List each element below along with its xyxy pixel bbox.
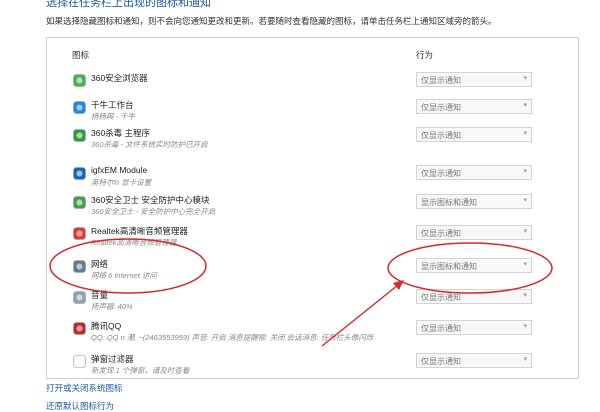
dropdown-value: 仅显示通知 (421, 229, 461, 238)
row-name: 360安全卫士 安全防护中心模块 (91, 195, 210, 205)
behavior-dropdown[interactable]: 仅显示通知 ▾ (416, 127, 532, 142)
chevron-down-icon: ▾ (523, 168, 527, 175)
table-row: Realtek高清晰音频管理器 Realtek高清晰音频管理器 仅显示通知 ▾ (47, 225, 578, 253)
behavior-dropdown[interactable]: 仅显示通知 ▾ (416, 99, 532, 114)
table-row: 弹窗过滤器新发现 1 个弹窗，请及时查看 仅显示通知 ▾ (47, 353, 578, 378)
volume-icon (73, 291, 86, 304)
row-description: 扬声器: 40% (91, 302, 133, 311)
row-name: 360安全浏览器 (91, 73, 148, 83)
row-name: 弹窗过滤器 (91, 354, 134, 364)
table-row: 360安全浏览器 仅显示通知 ▾ (47, 72, 578, 100)
row-description: 360安全卫士 - 安全防护中心完全开启 (91, 207, 216, 216)
behavior-dropdown[interactable]: 仅显示通知 ▾ (416, 289, 532, 304)
dropdown-value: 仅显示通知 (421, 357, 461, 366)
shield-icon (73, 129, 86, 142)
row-name: 千牛工作台 (91, 100, 134, 110)
chevron-down-icon: ▾ (523, 292, 527, 299)
behavior-dropdown[interactable]: 仅显示通知 ▾ (416, 320, 532, 335)
table-row: 网络网络 6 Internet 访问 显示图标和通知 ▾ (47, 258, 578, 286)
safeguard-360-icon (73, 196, 86, 209)
chevron-down-icon: ▾ (523, 356, 527, 363)
table-row: 千牛工作台杨杨舆 - 千牛 仅显示通知 ▾ (47, 99, 578, 127)
intro-text: 如果选择隐藏图标和通知，则不会向您通知更改和更新。若要随时查看隐藏的图标，请单击… (46, 16, 497, 26)
chevron-down-icon: ▾ (523, 261, 527, 268)
dropdown-value: 仅显示通知 (421, 76, 461, 85)
qq-icon (73, 322, 86, 335)
row-description: 网络 6 Internet 访问 (91, 271, 157, 280)
row-description: 新发现 1 个弹窗，请及时查看 (91, 366, 190, 375)
table-row: igfxEM Module 英特尔® 显卡设置 仅显示通知 ▾ (47, 165, 578, 193)
behavior-dropdown[interactable]: 显示图标和通知 ▾ (416, 258, 532, 273)
network-icon (73, 260, 86, 273)
row-description: QQ: QQ n 潮, ~(2463553959) 声音: 开启 消息提醒框: … (91, 333, 374, 342)
behavior-dropdown[interactable]: 仅显示通知 ▾ (416, 72, 532, 87)
popup-filter-icon (73, 355, 86, 368)
chevron-down-icon: ▾ (523, 130, 527, 137)
row-description: 360杀毒 - 文件系统实时防护已开启 (91, 140, 208, 149)
column-header-behavior: 行为 (416, 50, 434, 60)
table-row: 360安全卫士 安全防护中心模块 360安全卫士 - 安全防护中心完全开启 显示图标… (47, 194, 578, 222)
browser-360-icon (73, 74, 86, 87)
chevron-down-icon: ▾ (523, 75, 527, 82)
row-name: 网络 (91, 259, 109, 269)
row-name: Realtek高清晰音频管理器 (91, 226, 188, 236)
dropdown-value: 仅显示通知 (421, 324, 461, 333)
dropdown-value: 仅显示通知 (421, 131, 461, 140)
intel-graphics-icon (73, 167, 86, 180)
row-name: igfxEM Module (91, 165, 148, 175)
column-header-icons: 图标 (72, 50, 90, 60)
row-description: 杨杨舆 - 千牛 (91, 112, 136, 121)
behavior-dropdown[interactable]: 仅显示通知 ▾ (416, 225, 532, 240)
row-name: 腾讯QQ (91, 321, 122, 331)
speaker-icon (73, 227, 86, 240)
behavior-dropdown[interactable]: 仅显示通知 ▾ (416, 165, 532, 180)
restore-default-link[interactable]: 还原默认图标行为 (46, 400, 114, 412)
page-heading: 选择在任务栏上出现的图标和通知 (46, 0, 211, 9)
behavior-dropdown[interactable]: 显示图标和通知 ▾ (416, 194, 532, 209)
row-description: Realtek高清晰音频管理器 (91, 238, 177, 247)
table-row: 腾讯QQ QQ: QQ n 潮, ~(2463553959) 声音: 开启 消息提… (47, 320, 578, 348)
row-name: 音量 (91, 290, 109, 300)
row-name: 360杀毒 主程序 (91, 128, 151, 138)
chevron-down-icon: ▾ (523, 228, 527, 235)
dropdown-value: 仅显示通知 (421, 169, 461, 178)
system-icons-link[interactable]: 打开或关闭系统图标 (46, 382, 123, 394)
table-row: 360杀毒 主程序 360杀毒 - 文件系统实时防护已开启 仅显示通知 ▾ (47, 127, 578, 155)
chevron-down-icon: ▾ (523, 197, 527, 204)
dropdown-value: 显示图标和通知 (421, 198, 477, 207)
row-description: 英特尔® 显卡设置 (91, 178, 152, 187)
dropdown-value: 显示图标和通知 (421, 262, 477, 271)
notification-icons-panel: 图标 行为 360安全浏览器 仅显示通知 ▾ 千牛工作台 杨杨舆 - 千牛 仅显示通知 ▾ 3… (46, 37, 579, 379)
chevron-down-icon: ▾ (523, 102, 527, 109)
dropdown-value: 仅显示通知 (421, 103, 461, 112)
table-row: 音量扬声器: 40% 仅显示通知 ▾ (47, 289, 578, 317)
dropdown-value: 仅显示通知 (421, 293, 461, 302)
chevron-down-icon: ▾ (523, 323, 527, 330)
qianniu-icon (73, 101, 86, 114)
behavior-dropdown[interactable]: 仅显示通知 ▾ (416, 353, 532, 368)
